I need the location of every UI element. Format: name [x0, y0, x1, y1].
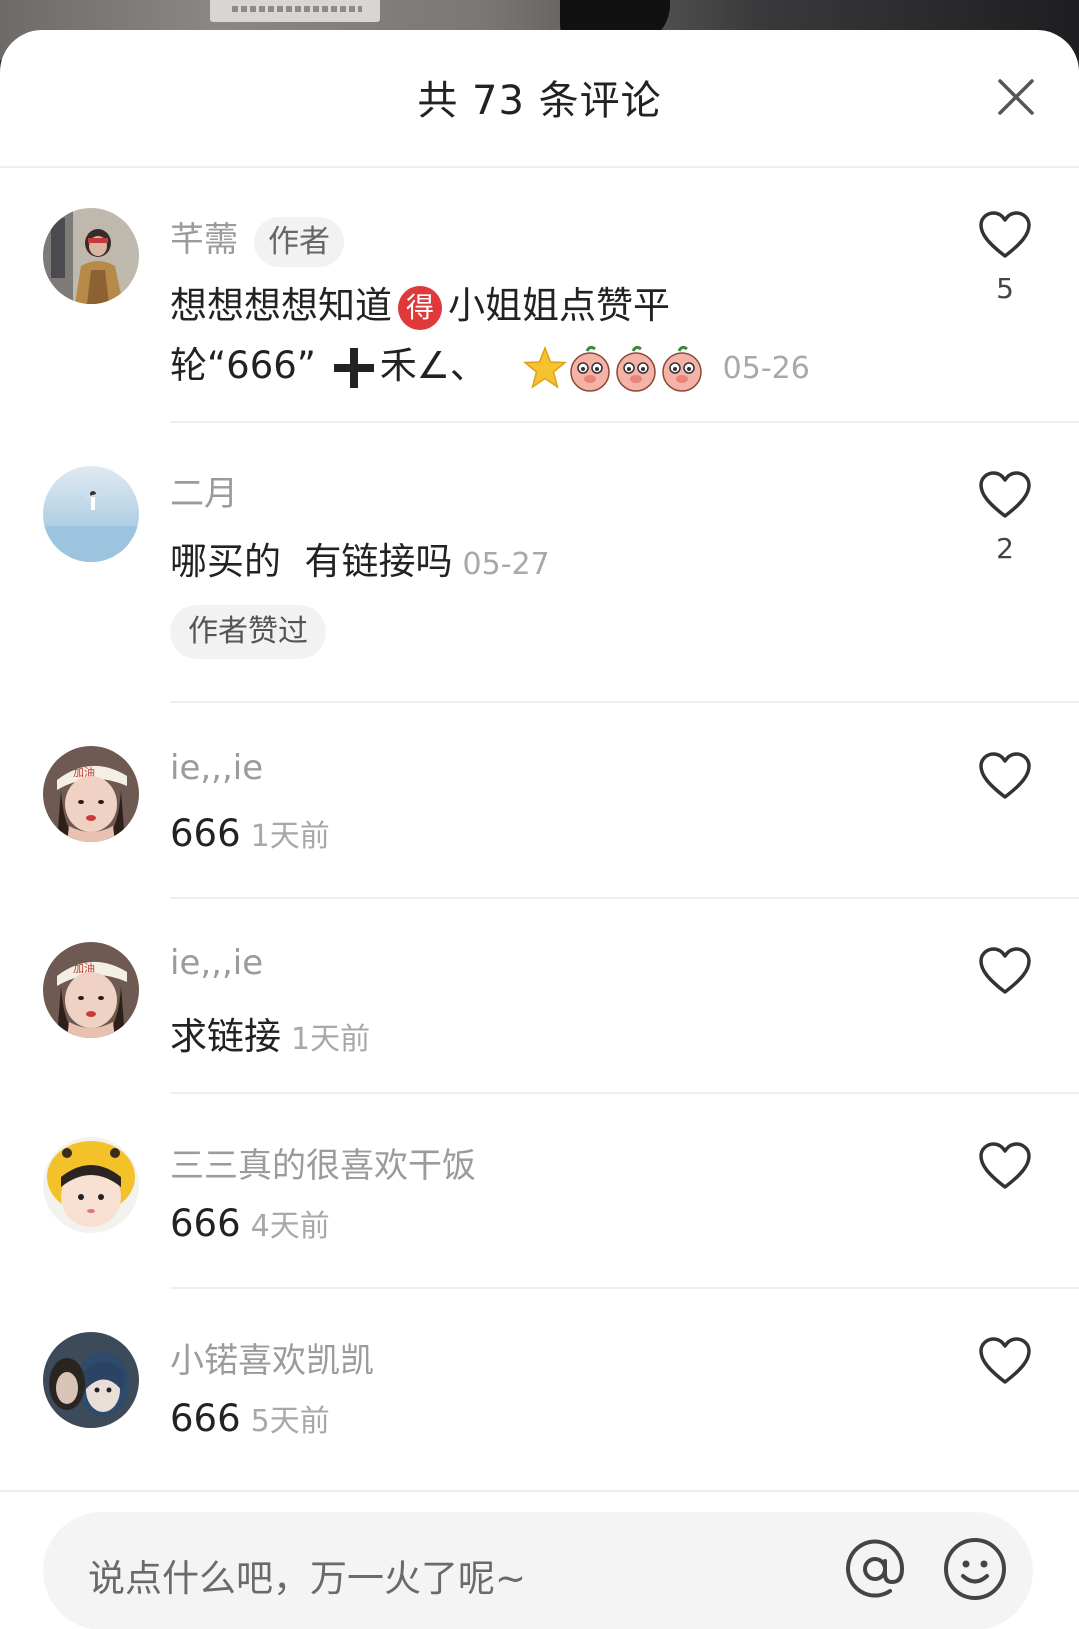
comment-text: 666 4天前 — [170, 1201, 330, 1245]
comment-time: 5天前 — [250, 1404, 330, 1439]
comment-input-bar: 说点什么吧，万一火了呢~ — [0, 1490, 1079, 1629]
heart-outline-icon[interactable] — [978, 946, 1032, 996]
comment-text-part: 哪买的 有链接吗 — [170, 540, 453, 583]
comment-text-part: 666 — [170, 1202, 241, 1245]
heart-outline-icon[interactable] — [978, 210, 1032, 260]
comment-time: 05-27 — [462, 547, 550, 582]
comment-time: 1天前 — [250, 819, 330, 854]
peach-face-emoji-icon — [615, 345, 656, 392]
comment-divider — [170, 701, 1079, 703]
comments-sheet: 共 73 条评论 芊薷 作者 想想想想知道得小姐姐点赞平 轮“666” 禾∠、 … — [0, 30, 1079, 1629]
comment-text: 求链接 1天前 — [170, 1006, 370, 1060]
comment-author-name[interactable]: 二月 — [170, 466, 238, 515]
avatar[interactable]: 加油 — [43, 746, 139, 842]
comment-author-name[interactable]: ie,,,ie — [170, 943, 263, 983]
comment-text: 666 5天前 — [170, 1396, 330, 1440]
comment-text-line2: 轮“666” 禾∠、 05-26 — [170, 335, 810, 393]
de-badge-icon: 得 — [398, 285, 442, 330]
comment-divider — [170, 1092, 1079, 1094]
at-icon[interactable] — [840, 1534, 910, 1604]
heart-outline-icon[interactable] — [978, 1336, 1032, 1386]
peach-face-emoji-icon — [569, 345, 610, 392]
plus-emoji-icon — [333, 347, 374, 388]
comments-header: 共 73 条评论 — [0, 30, 1079, 168]
comment-text-part: 小姐姐点赞平 — [448, 284, 670, 327]
avatar[interactable] — [43, 208, 139, 304]
comment-time: 05-26 — [722, 351, 810, 386]
comment-author-name[interactable]: 三三真的很喜欢干饭 — [170, 1138, 476, 1187]
author-name-text[interactable]: 芊薷 — [170, 220, 238, 260]
comment-input[interactable]: 说点什么吧，万一火了呢~ — [43, 1512, 1033, 1629]
comment-text-part: 想想想想知道 — [170, 284, 392, 327]
avatar[interactable] — [43, 466, 139, 562]
background-sign-text — [232, 6, 362, 12]
star-emoji-icon — [522, 345, 567, 389]
avatar[interactable] — [43, 1332, 139, 1428]
heart-outline-icon[interactable] — [978, 470, 1032, 520]
peach-face-emoji-icon — [661, 345, 702, 392]
comment-time: 4天前 — [250, 1209, 330, 1244]
comment-text-part: 666 — [170, 812, 241, 855]
comment-text: 哪买的 有链接吗 05-27 — [170, 531, 550, 585]
comment-text-part: 求链接 — [170, 1015, 281, 1058]
author-liked-tag: 作者赞过 — [170, 605, 326, 659]
comment-divider — [170, 897, 1079, 899]
avatar[interactable]: 加油 — [43, 942, 139, 1038]
comment-author-name[interactable]: 小锘喜欢凯凯 — [170, 1333, 374, 1382]
smiley-icon[interactable] — [940, 1534, 1010, 1604]
comment-text-part: 禾∠、 — [379, 344, 487, 387]
comment-time: 1天前 — [291, 1022, 371, 1057]
like-count: 2 — [996, 532, 1014, 565]
comment-text: 想想想想知道得小姐姐点赞平 — [170, 275, 670, 330]
author-tag: 作者 — [254, 216, 344, 267]
avatar[interactable] — [43, 1137, 139, 1233]
comment-divider — [170, 1287, 1079, 1289]
comment-author-name[interactable]: 芊薷 作者 — [170, 212, 344, 267]
comment-input-placeholder[interactable]: 说点什么吧，万一火了呢~ — [88, 1548, 526, 1602]
heart-outline-icon[interactable] — [978, 1141, 1032, 1191]
comment-text: 666 1天前 — [170, 811, 330, 855]
comments-title: 共 73 条评论 — [417, 78, 662, 124]
like-count: 5 — [996, 272, 1014, 305]
close-icon[interactable] — [996, 77, 1036, 117]
comment-text-part: 轮“666” — [170, 344, 316, 387]
comment-text-part: 666 — [170, 1397, 241, 1440]
comment-author-name[interactable]: ie,,,ie — [170, 748, 263, 788]
comment-divider — [170, 421, 1079, 423]
heart-outline-icon[interactable] — [978, 751, 1032, 801]
